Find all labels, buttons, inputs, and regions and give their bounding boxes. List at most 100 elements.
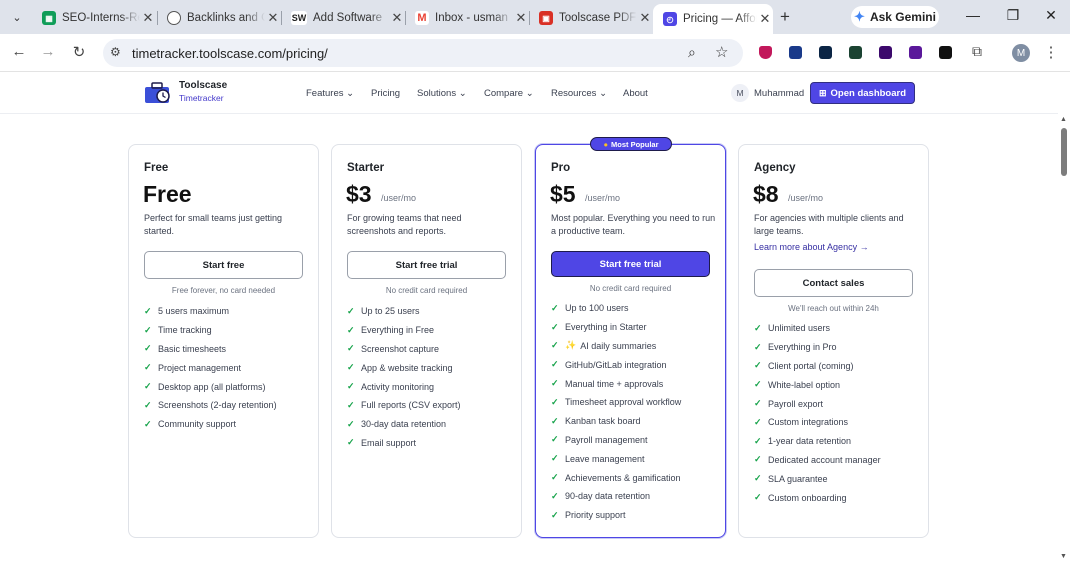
user-name[interactable]: Muhammad <box>754 88 804 99</box>
check-icon: ✓ <box>347 324 355 335</box>
extension-icon[interactable] <box>819 46 832 59</box>
feature-label: Payroll management <box>565 434 648 445</box>
feature-item: ✓ Leave management <box>551 449 681 468</box>
feature-item: ✓ Dedicated account manager <box>754 451 881 470</box>
feature-item: ✓ Up to 100 users <box>551 299 681 318</box>
feature-item: ✓ Desktop app (all platforms) <box>144 377 277 396</box>
grid-icon: ⊞ <box>818 87 827 98</box>
open-dashboard-button[interactable]: ⊞ Open dashboard <box>810 82 915 104</box>
browser-tab-strip: ⌄ ▦ SEO-Interns-Report ✕ Backlinks and G… <box>0 0 1070 34</box>
nav-pricing[interactable]: Pricing <box>371 88 400 99</box>
check-icon: ✓ <box>754 416 762 427</box>
plan-price: $8 <box>753 181 779 207</box>
feature-item: ✓ 30-day data retention <box>347 415 461 434</box>
search-icon[interactable]: ⌕ <box>688 44 696 61</box>
browser-tab-active[interactable]: ◴ Pricing — Affordable Time Tracking ✕ <box>653 4 773 34</box>
close-tab-icon[interactable]: ✕ <box>757 11 773 27</box>
nav-features[interactable]: Features ⌄ <box>306 88 354 99</box>
minimize-icon[interactable]: — <box>963 7 983 23</box>
restore-icon[interactable]: ❐ <box>1003 7 1023 24</box>
extension-icon[interactable] <box>939 46 952 59</box>
browser-tab[interactable]: M Inbox - usman ✕ <box>405 6 529 30</box>
reload-icon[interactable]: ↻ <box>69 43 89 61</box>
close-window-icon[interactable]: ✕ <box>1041 7 1061 24</box>
chevron-down-icon: ⌄ <box>346 88 355 99</box>
user-avatar[interactable]: M <box>731 84 749 102</box>
brand-name[interactable]: Toolscase <box>179 80 227 91</box>
check-icon: ✓ <box>347 362 355 373</box>
check-icon: ✓ <box>754 398 762 409</box>
browser-tab[interactable]: ▦ SEO-Interns-Report ✕ <box>32 6 156 30</box>
close-tab-icon[interactable]: ✕ <box>265 10 281 26</box>
check-icon: ✓ <box>144 324 152 335</box>
plan-note: No credit card required <box>385 286 468 295</box>
plan-price: $3 <box>346 181 372 207</box>
check-icon: ✓ <box>754 454 762 465</box>
check-icon: ✓ <box>551 434 559 445</box>
feature-item: ✓ Unlimited users <box>754 319 881 338</box>
scrollbar-thumb[interactable] <box>1061 128 1067 176</box>
nav-compare[interactable]: Compare ⌄ <box>484 88 534 99</box>
plan-description: For agencies with multiple clients and l… <box>754 213 904 236</box>
check-icon: ✓ <box>347 418 355 429</box>
feature-label: Everything in Starter <box>565 322 647 333</box>
feature-label: Payroll export <box>768 398 824 409</box>
feature-item: ✓ GitHub/GitLab integration <box>551 355 681 374</box>
feature-item: ✓ Email support <box>347 434 461 453</box>
scroll-down-icon[interactable]: ▼ <box>1060 553 1067 560</box>
close-tab-icon[interactable]: ✕ <box>140 10 156 26</box>
plan-description: For growing teams that need screenshots … <box>347 213 462 236</box>
check-icon: ✓ <box>754 492 762 503</box>
bookmark-star-icon[interactable]: ☆ <box>715 43 728 61</box>
feature-label: Community support <box>158 419 237 430</box>
feature-label: Screenshots (2-day retention) <box>158 400 277 411</box>
feature-label: 30-day data retention <box>361 419 447 430</box>
extension-icon[interactable] <box>789 46 802 59</box>
start-free-trial-button[interactable]: Start free trial <box>347 251 506 279</box>
plan-card-pro: ● Most Popular Pro $5 /user/mo Most popu… <box>535 137 726 538</box>
nav-about[interactable]: About <box>623 88 648 99</box>
feature-item: ✓ 5 users maximum <box>144 302 277 321</box>
browser-tab[interactable]: Backlinks and Guest Posts ✕ <box>157 6 281 30</box>
start-free-trial-button[interactable]: Start free trial <box>551 251 710 277</box>
extension-icon[interactable] <box>909 46 922 59</box>
back-arrow-icon[interactable]: ← <box>9 43 29 60</box>
feature-list: ✓ Up to 25 users ✓ Everything in Free ✓ Scree… <box>347 302 461 452</box>
feature-item: ✓ Priority support <box>551 506 681 525</box>
extension-icon[interactable] <box>879 46 892 59</box>
nav-resources[interactable]: Resources ⌄ <box>551 88 607 99</box>
ublock-extension-icon[interactable] <box>759 46 772 59</box>
forward-arrow-icon[interactable]: → <box>38 43 58 60</box>
browser-tab[interactable]: ▣ Toolscase PDF ✕ <box>529 6 653 30</box>
close-tab-icon[interactable]: ✕ <box>637 10 653 26</box>
toolscase-logo-icon[interactable] <box>144 82 172 104</box>
close-tab-icon[interactable]: ✕ <box>389 10 405 26</box>
site-info-icon[interactable]: ⚙ <box>110 45 121 59</box>
sparkle-icon: ✨ <box>565 340 577 351</box>
new-tab-button[interactable]: + <box>780 7 790 27</box>
feature-item: ✓ Timesheet approval workflow <box>551 393 681 412</box>
page-scrollbar[interactable]: ▲ ▼ <box>1058 114 1070 562</box>
more-menu-icon[interactable]: ⋮ <box>1041 43 1061 61</box>
browser-tab[interactable]: SW Add Software ✕ <box>281 6 405 30</box>
feature-label: Leave management <box>565 453 645 464</box>
profile-avatar[interactable]: M <box>1012 44 1030 62</box>
close-tab-icon[interactable]: ✕ <box>513 10 529 26</box>
scroll-up-icon[interactable]: ▲ <box>1060 116 1067 123</box>
feature-label: Desktop app (all platforms) <box>158 381 266 392</box>
feature-label: Custom integrations <box>768 417 849 428</box>
feature-item: ✓ Payroll export <box>754 394 881 413</box>
feature-item: ✓ Full reports (CSV export) <box>347 396 461 415</box>
nav-solutions[interactable]: Solutions ⌄ <box>417 88 467 99</box>
feature-label: Email support <box>361 437 417 448</box>
feature-item: ✓ Basic timesheets <box>144 340 277 359</box>
contact-sales-button[interactable]: Contact sales <box>754 269 913 297</box>
extensions-puzzle-icon[interactable]: ⧉ <box>967 43 987 60</box>
url-text[interactable]: timetracker.toolscase.com/pricing/ <box>132 46 328 61</box>
ask-gemini-button[interactable]: ✦ Ask Gemini <box>851 6 939 28</box>
tab-search-button[interactable]: ⌄ <box>6 7 28 27</box>
start-free-button[interactable]: Start free <box>144 251 303 279</box>
learn-more-agency-link[interactable]: Learn more about Agency → <box>754 242 869 252</box>
address-bar[interactable]: ⚙ timetracker.toolscase.com/pricing/ ⌕ ☆ <box>103 39 743 67</box>
extension-icon[interactable] <box>849 46 862 59</box>
